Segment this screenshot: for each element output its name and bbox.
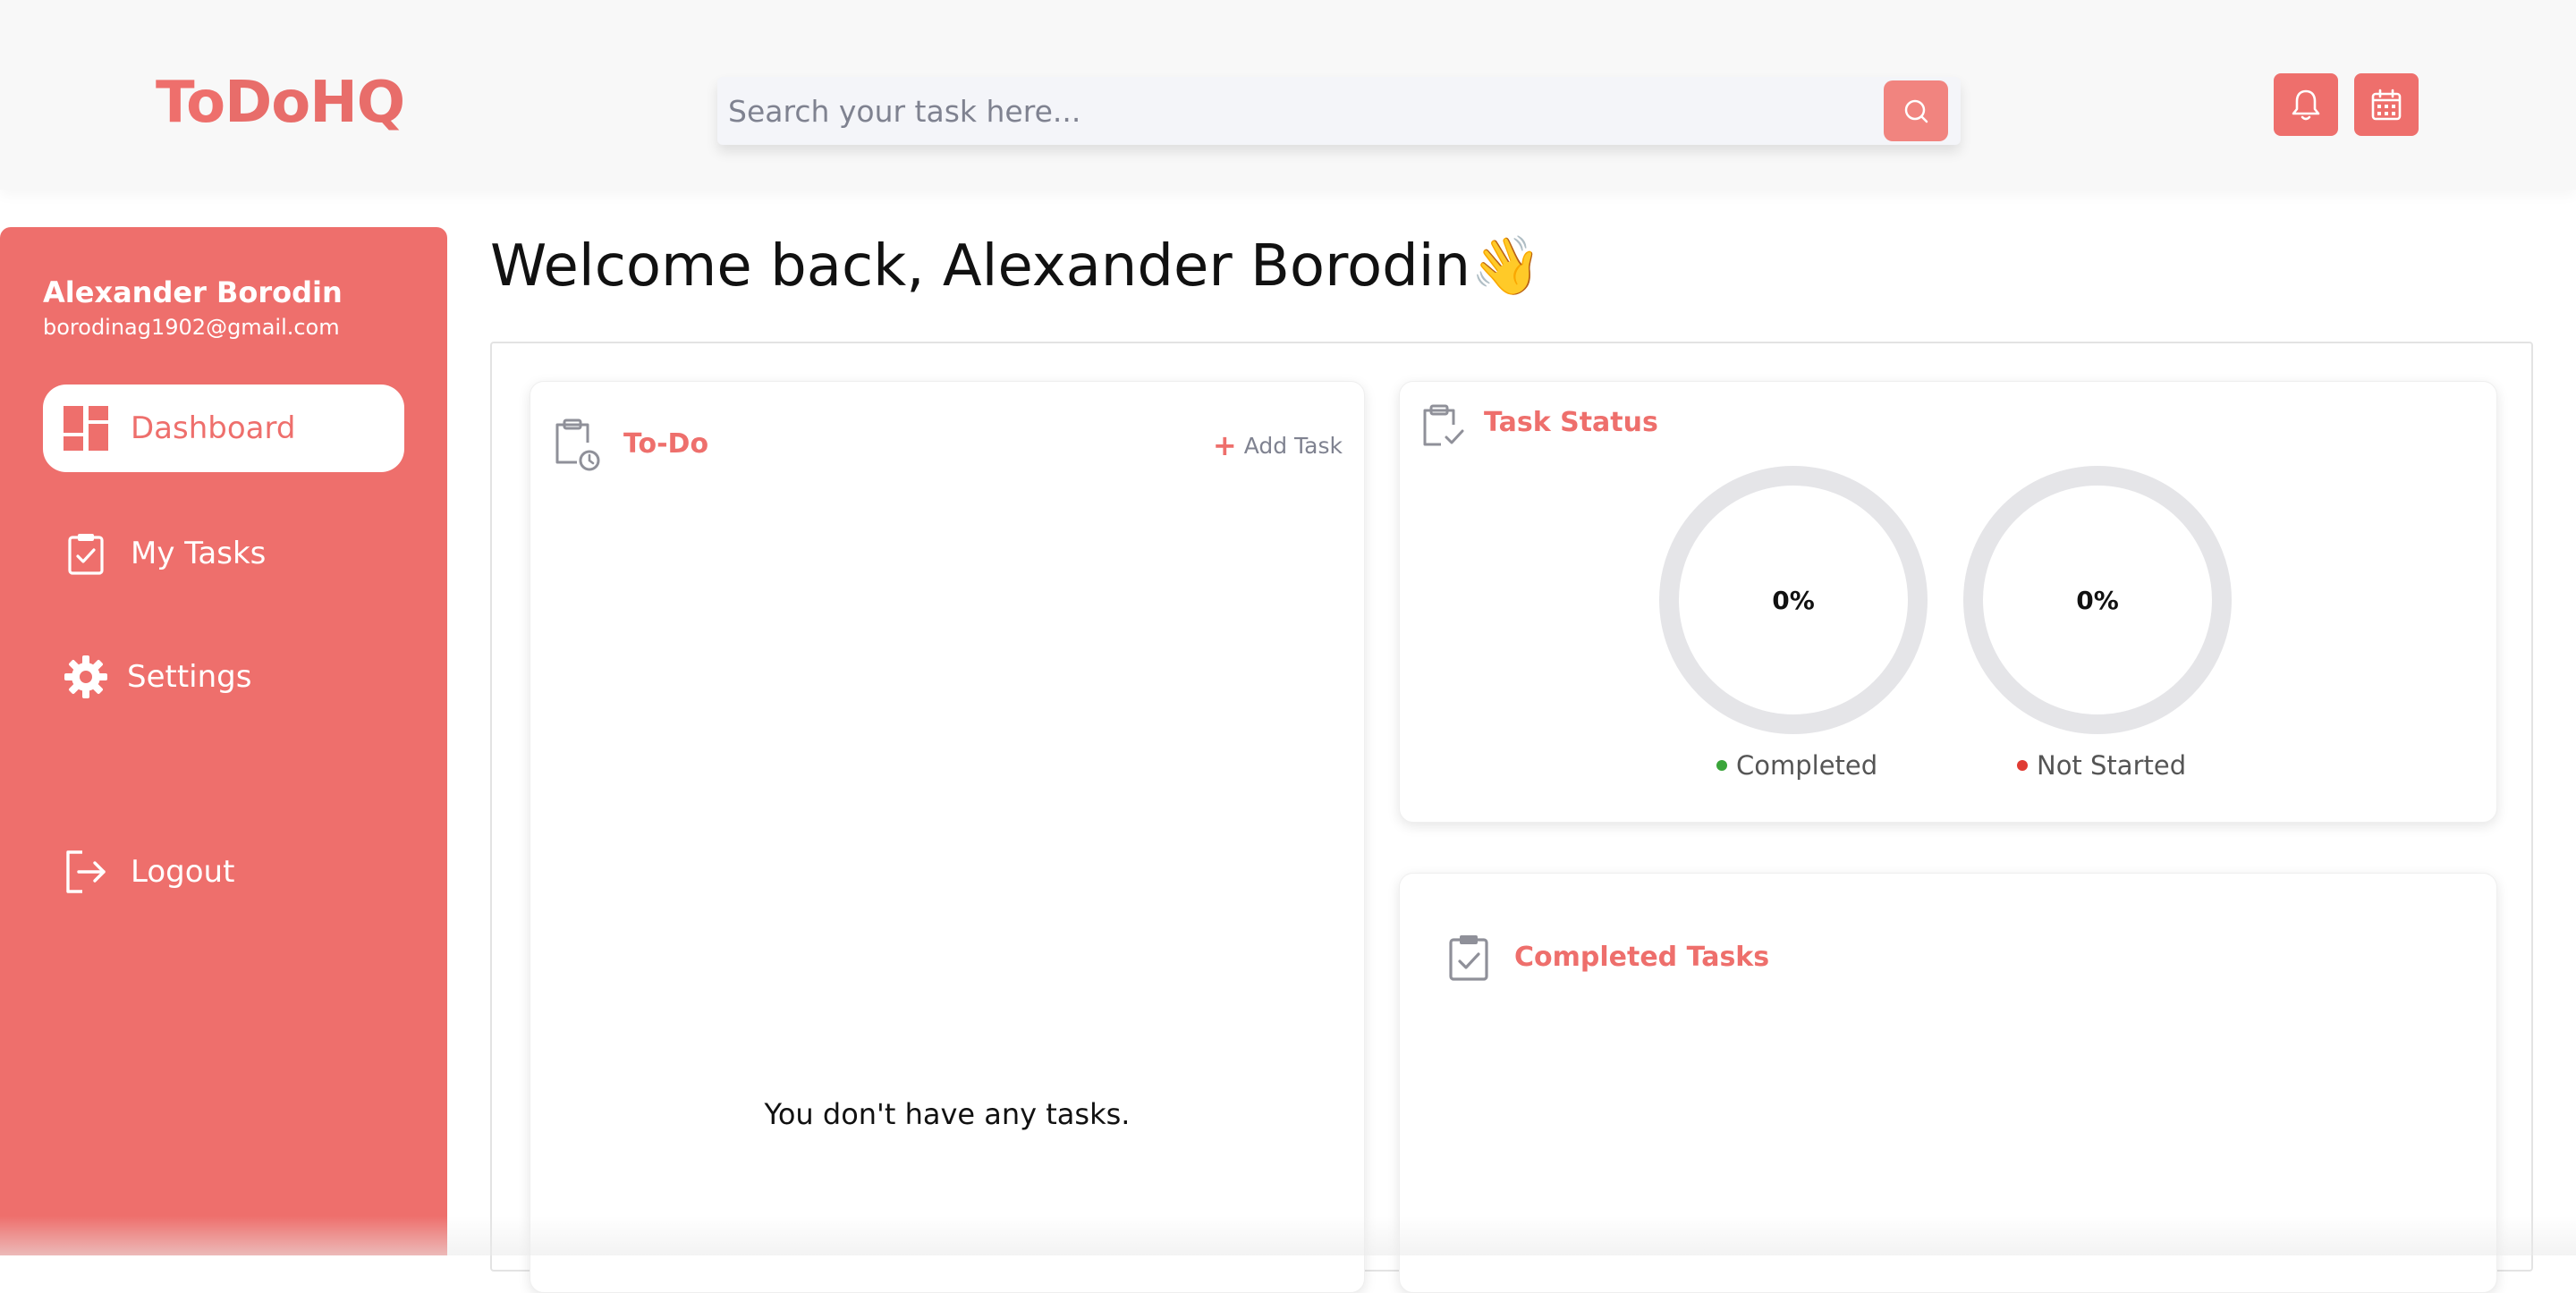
- sidebar-item-my-tasks[interactable]: My Tasks: [43, 510, 404, 597]
- ring-track: 0%: [1659, 466, 1928, 734]
- completed-progress-ring: 0%: [1659, 466, 1928, 734]
- completed-dot-icon: [1716, 760, 1727, 771]
- completed-tasks-card: Completed Tasks: [1399, 873, 2497, 1293]
- task-status-card: Task Status 0% Completed 0% Not Started: [1399, 381, 2497, 823]
- welcome-text: Welcome back, Alexander Borodin: [490, 233, 1471, 300]
- logout-icon: [61, 847, 111, 897]
- empty-tasks-message: You don't have any tasks.: [764, 1097, 1131, 1131]
- search-bar: [717, 77, 1961, 145]
- sidebar-item-label: Settings: [127, 659, 252, 695]
- dashboard-panel: To-Do + Add Task You don't have any task…: [490, 342, 2533, 1293]
- page-title: Welcome back, Alexander Borodin👋: [490, 232, 1542, 300]
- sidebar-item-dashboard[interactable]: Dashboard: [43, 385, 404, 472]
- dashboard-icon: [61, 403, 111, 453]
- clipboard-check-icon: [1423, 404, 1464, 446]
- sidebar-item-label: My Tasks: [131, 536, 267, 571]
- search-button[interactable]: [1884, 80, 1948, 141]
- search-icon: [1904, 99, 1928, 123]
- notifications-button[interactable]: [2274, 73, 2338, 136]
- clipboard-check-icon: [1449, 935, 1488, 981]
- completed-legend: Completed: [1716, 750, 1877, 781]
- ring-track: 0%: [1963, 466, 2232, 734]
- clipboard-clock-icon: [555, 418, 600, 471]
- top-header: ToDoHQ: [0, 0, 2576, 190]
- sidebar-item-label: Logout: [131, 854, 235, 890]
- sidebar: Alexander Borodin borodinag1902@gmail.co…: [0, 227, 447, 1255]
- user-email: borodinag1902@gmail.com: [43, 315, 340, 340]
- not-started-dot-icon: [2017, 760, 2028, 771]
- calendar-icon: [2371, 89, 2402, 121]
- completed-tasks-title: Completed Tasks: [1514, 942, 1770, 973]
- logo-part-1: To: [156, 70, 225, 136]
- gear-icon: [61, 652, 111, 702]
- logo-part-2: DoHQ: [225, 70, 405, 136]
- sidebar-item-settings[interactable]: Settings: [43, 633, 404, 721]
- calendar-button[interactable]: [2354, 73, 2419, 136]
- sidebar-item-label: Dashboard: [131, 410, 296, 446]
- user-name: Alexander Borodin: [43, 275, 343, 309]
- add-task-label: Add Task: [1243, 432, 1343, 459]
- not-started-percent: 0%: [2076, 585, 2119, 615]
- bell-icon: [2292, 89, 2320, 121]
- task-status-title: Task Status: [1484, 407, 1658, 438]
- todo-card: To-Do + Add Task You don't have any task…: [530, 381, 1365, 1293]
- not-started-label: Not Started: [2037, 750, 2187, 781]
- plus-icon: +: [1212, 428, 1237, 462]
- sidebar-item-logout[interactable]: Logout: [43, 828, 404, 916]
- add-task-button[interactable]: + Add Task: [1213, 428, 1343, 462]
- completed-percent: 0%: [1772, 585, 1815, 615]
- app-logo[interactable]: ToDoHQ: [156, 70, 405, 136]
- search-input[interactable]: [728, 77, 1873, 145]
- completed-label: Completed: [1736, 750, 1878, 781]
- not-started-legend: Not Started: [2017, 750, 2186, 781]
- wave-emoji: 👋: [1470, 233, 1542, 300]
- todo-title: To-Do: [623, 428, 709, 460]
- clipboard-check-icon: [61, 528, 111, 579]
- not-started-progress-ring: 0%: [1963, 466, 2232, 734]
